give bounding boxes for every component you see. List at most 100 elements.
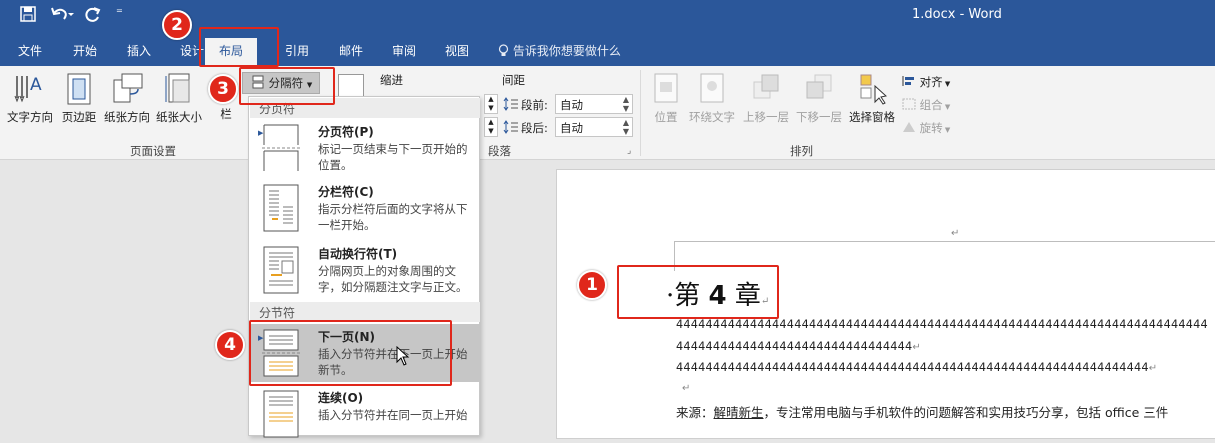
text-direction-button[interactable]: A 文字方向 (4, 72, 56, 125)
customize-qat-icon[interactable]: ⁼ (116, 6, 123, 21)
source-prefix: 来源： (676, 405, 714, 420)
menu-item-description: 插入分节符并在同一页上开始 (318, 408, 468, 422)
wrap-text-label: 环绕文字 (689, 110, 735, 124)
body-line-3-text: 4444444444444444444444444444444444444444… (676, 361, 1149, 374)
menu-item-title: 分栏符(C) (318, 185, 374, 199)
bring-forward-icon (753, 74, 779, 99)
empty-paragraph: ↵ (682, 381, 691, 394)
menu-item-page-break[interactable]: ▶ 分页符(P) 标记一页结束与下一页开始的位置。 (250, 119, 480, 177)
bring-forward-label: 上移一层 (743, 110, 789, 124)
redo-icon[interactable] (85, 6, 101, 26)
tab-view[interactable]: 视图 (445, 42, 469, 59)
rotate-label: 旋转 (919, 121, 943, 135)
indent-left-spinner[interactable]: ▲ ▼ (484, 94, 498, 114)
spacing-after-value: 自动 (560, 121, 583, 135)
window-title: 1.docx - Word (912, 7, 1002, 22)
body-line-4: 来源：解晴新生，专注常用电脑与手机软件的问题解答和实用技巧分享，包括 offic… (676, 402, 1168, 421)
source-rest: ，专注常用电脑与手机软件的问题解答和实用技巧分享，包括 office 三件 (763, 405, 1169, 420)
wrap-text-icon (700, 73, 724, 103)
menu-item-continuous[interactable]: 连续(O) 插入分节符并在同一页上开始 (250, 385, 480, 443)
send-backward-label: 下移一层 (796, 110, 842, 124)
align-icon (902, 76, 914, 86)
source-link[interactable]: 解晴新生 (714, 405, 764, 420)
margins-button[interactable]: 页边距 (58, 72, 100, 125)
spacing-after-input[interactable]: 自动 ▲ ▼ (555, 117, 633, 137)
spacing-before-input[interactable]: 自动 ▲ ▼ (555, 94, 633, 114)
position-icon (654, 73, 678, 103)
tab-review[interactable]: 审阅 (392, 42, 416, 59)
margins-icon (67, 73, 91, 105)
spacing-label: 间距 (502, 73, 525, 87)
tab-references[interactable]: 引用 (285, 42, 309, 59)
menu-item-description: 标记一页结束与下一页开始的位置。 (318, 142, 468, 172)
orientation-button[interactable]: 纸张方向 (101, 72, 153, 125)
tell-me-search[interactable]: 告诉我你想要做什么 (498, 42, 621, 59)
paragraph-dialog-launcher-icon[interactable]: ⌟ (627, 146, 631, 156)
bring-forward-button[interactable]: 上移一层 (740, 72, 792, 125)
page-setup-group-label: 页面设置 (130, 144, 176, 158)
wrap-text-button[interactable]: 环绕文字 (686, 72, 738, 125)
highlight-next-page (249, 320, 452, 386)
spacing-after-icon (503, 120, 518, 134)
size-button[interactable]: 纸张大小 (153, 72, 205, 125)
spacing-before-value: 自动 (560, 98, 583, 112)
orientation-label: 纸张方向 (104, 110, 150, 124)
spinner-arrows-icon: ▲ ▼ (622, 118, 629, 136)
paragraph-mark: ↵ (1148, 363, 1158, 374)
group-separator (640, 70, 641, 156)
highlight-breaks-button (239, 67, 335, 105)
lightbulb-icon (498, 44, 509, 56)
selection-pane-icon (860, 74, 887, 105)
tab-file[interactable]: 文件 (18, 42, 42, 59)
menu-item-title: 自动换行符(T) (318, 247, 398, 261)
save-icon[interactable] (20, 6, 36, 26)
spacing-after-label: 段后: (521, 121, 548, 135)
send-backward-button[interactable]: 下移一层 (793, 72, 845, 125)
group-objects-label: 组合 (919, 98, 943, 112)
menu-item-title: 分页符(P) (318, 125, 374, 139)
columns-label: 栏 (220, 107, 232, 121)
body-line-1: 4444444444444444444444444444444444444444… (676, 318, 1208, 331)
header-paragraph-mark: ↵ (951, 228, 960, 239)
menu-item-text-wrapping-break[interactable]: 自动换行符(T) 分隔网页上的对象周围的文字，如分隔题注文字与正文。 (250, 241, 480, 299)
body-line-2: 44444444444444444444444444444444↵ (676, 340, 921, 353)
step-badge-2: 2 (162, 10, 192, 40)
continuous-break-icon (263, 390, 299, 438)
tell-me-label: 告诉我你想要做什么 (512, 44, 621, 58)
svg-text:A: A (30, 75, 42, 95)
selection-pane-button[interactable]: 选择窗格 (846, 72, 898, 125)
step-badge-1: 1 (577, 270, 607, 300)
step-badge-4: 4 (215, 330, 245, 360)
undo-icon[interactable] (50, 6, 74, 26)
align-button[interactable]: 对齐 ▼ (902, 74, 950, 90)
position-label: 位置 (654, 110, 678, 124)
paragraph-mark: ↵ (912, 342, 921, 353)
group-objects-button[interactable]: 组合 ▼ (902, 97, 950, 113)
columns-button[interactable]: 栏 (214, 106, 238, 122)
tab-insert[interactable]: 插入 (127, 42, 151, 59)
tab-mailings[interactable]: 邮件 (339, 42, 363, 59)
text-direction-icon: A (14, 75, 42, 103)
selection-pane-label: 选择窗格 (849, 110, 895, 124)
ribbon-layout: A 文字方向 页边距 纸张方向 纸张大小 栏 页面设置 分隔符 ▼ 缩进 间距 … (0, 66, 1215, 160)
send-backward-icon (806, 74, 832, 99)
tab-home[interactable]: 开始 (73, 42, 97, 59)
spinner-arrows-icon: ▲ ▼ (622, 95, 629, 113)
body-line-2-text: 44444444444444444444444444444444 (676, 340, 913, 353)
paragraph-group-label: 段落 (488, 144, 511, 158)
text-direction-label: 文字方向 (7, 110, 53, 124)
orientation-icon (113, 73, 143, 103)
position-button[interactable]: 位置 (648, 72, 684, 125)
step-badge-3: 3 (208, 74, 238, 104)
menu-item-title: 连续(O) (318, 391, 364, 405)
spacing-before-label: 段前: (521, 98, 548, 112)
menu-item-column-break[interactable]: 分栏符(C) 指示分栏符后面的文字将从下一栏开始。 (250, 179, 480, 237)
column-break-icon (263, 184, 299, 232)
size-label: 纸张大小 (156, 110, 202, 124)
paragraph-mark: ↵ (682, 383, 691, 394)
indent-right-spinner[interactable]: ▲ ▼ (484, 117, 498, 137)
menu-item-description: 分隔网页上的对象周围的文字，如分隔题注文字与正文。 (318, 264, 468, 294)
body-line-3: 4444444444444444444444444444444444444444… (676, 361, 1157, 374)
size-icon (165, 73, 190, 103)
rotate-button[interactable]: 旋转 ▼ (902, 120, 950, 136)
